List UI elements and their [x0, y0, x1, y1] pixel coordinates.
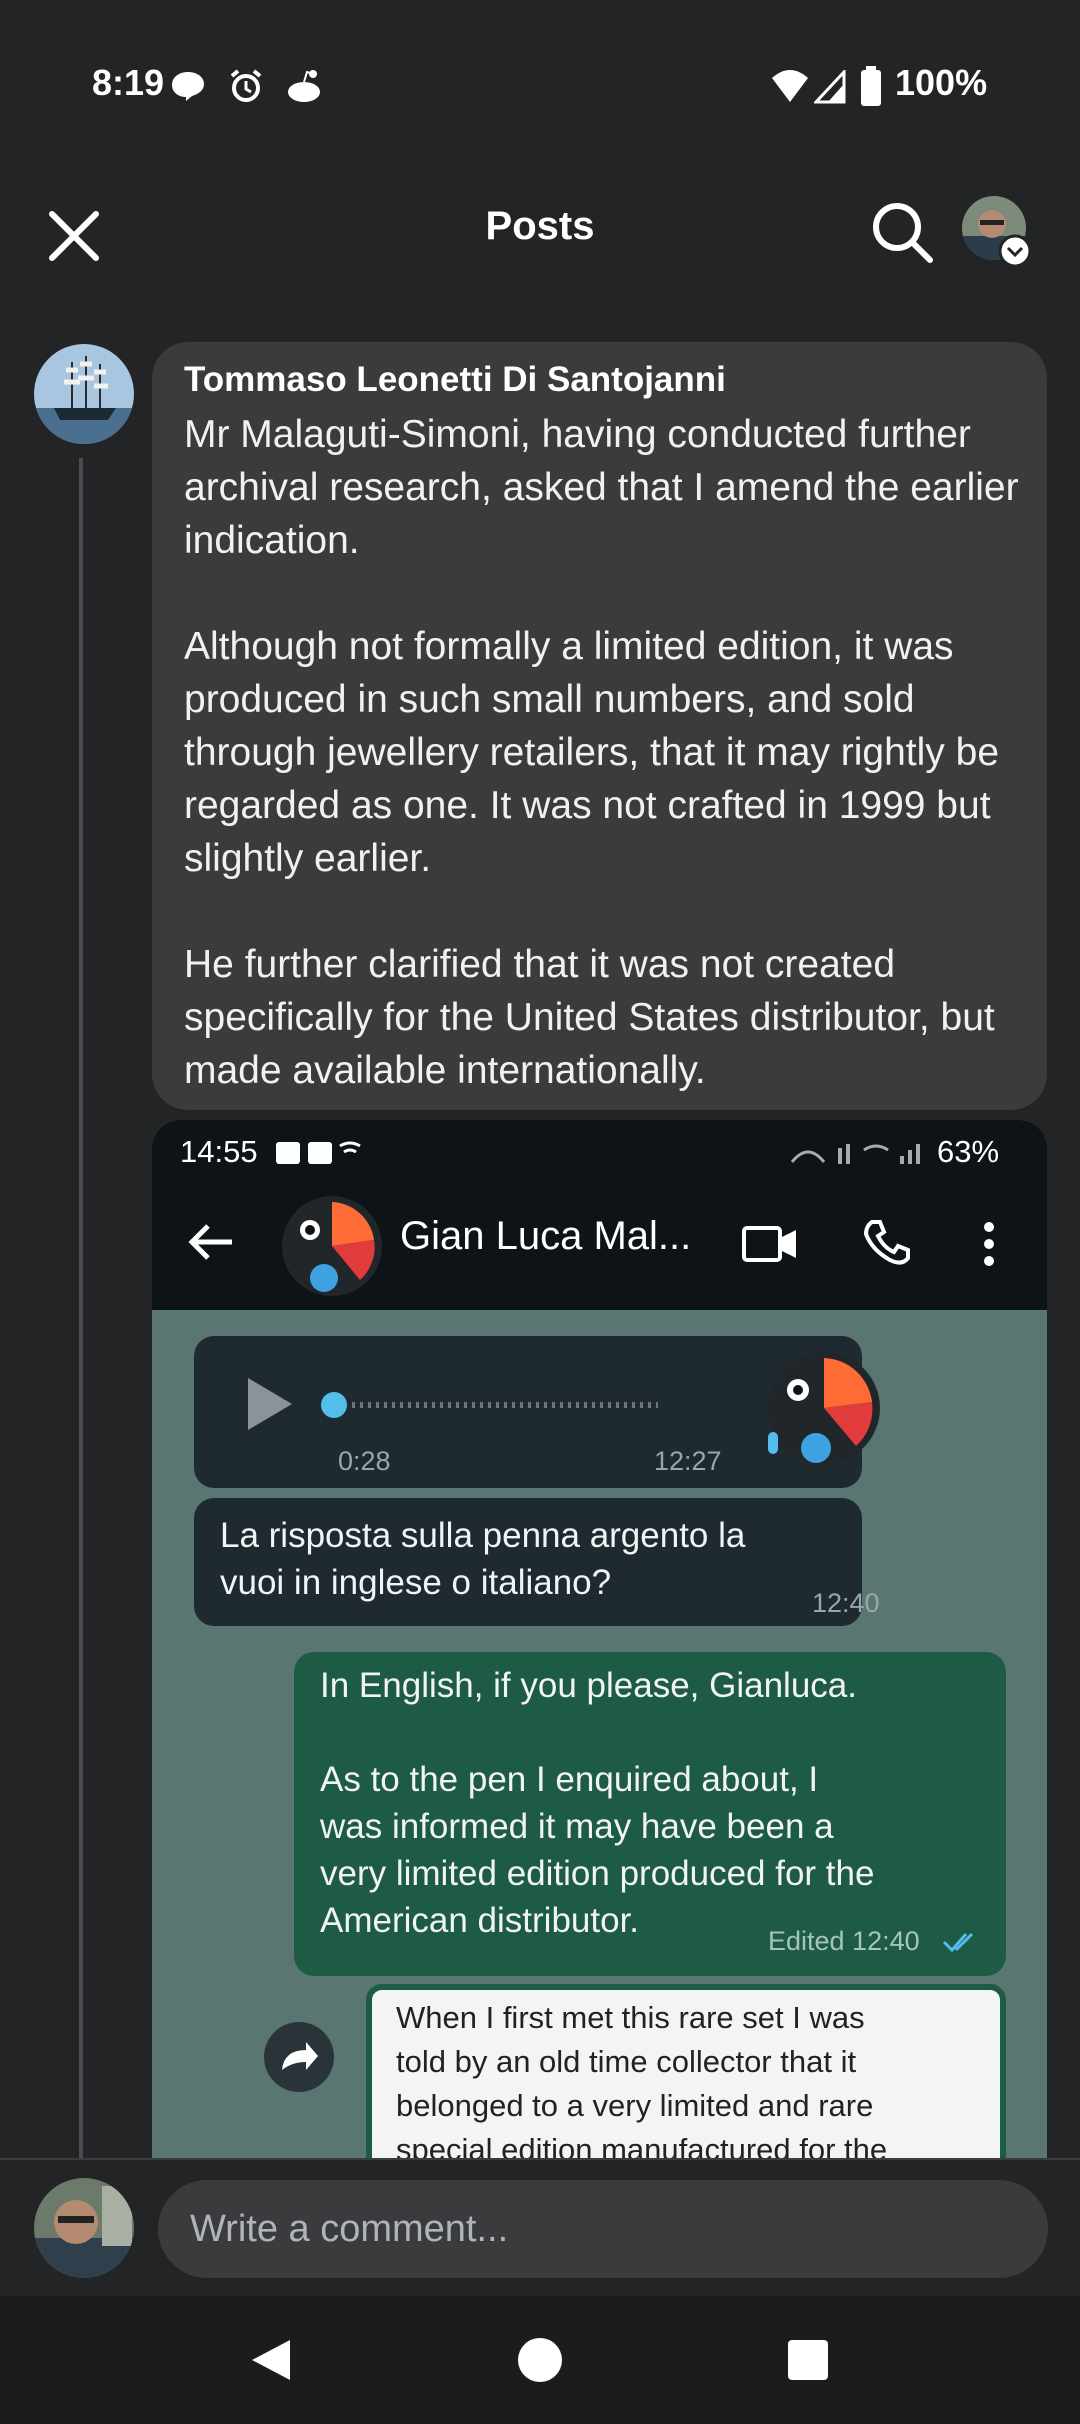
contact-avatar	[282, 1196, 382, 1296]
nav-recents-icon[interactable]	[786, 2338, 830, 2382]
attached-screenshot[interactable]: 14:55 63% Gian Luca Mal... 0:28 12:27 La…	[152, 1120, 1047, 2160]
comment-input[interactable]	[158, 2180, 1048, 2278]
incoming-message-time: 12:40	[812, 1588, 880, 1618]
screenshot-battery: 63%	[937, 1134, 1000, 1169]
screenshot-signal-icons	[790, 1144, 920, 1164]
phone-call-icon	[863, 1220, 910, 1265]
chevron-down-icon	[998, 234, 1032, 268]
screenshot-contact-name: Gian Luca Mal...	[400, 1214, 692, 1258]
nav-back-icon[interactable]	[246, 2336, 294, 2384]
forward-icon	[264, 2022, 334, 2092]
profile-menu-button[interactable]	[962, 196, 1032, 268]
thread-line	[79, 458, 83, 2158]
video-call-icon	[742, 1226, 796, 1262]
voice-sender-avatar	[768, 1352, 880, 1464]
comment-text: Mr Malaguti-Simoni, having conducted fur…	[184, 413, 1019, 1092]
outgoing-message-text: In English, if you please, Gianluca. As …	[320, 1666, 875, 1940]
play-icon	[248, 1378, 292, 1430]
quoted-message: When I first met this rare set I was tol…	[366, 1984, 1006, 2160]
outgoing-message-time: Edited 12:40	[768, 1926, 920, 1956]
voice-waveform	[321, 1392, 658, 1418]
voice-time: 12:27	[654, 1446, 722, 1476]
quoted-message-text: When I first met this rare set I was tol…	[396, 2000, 888, 2160]
messenger-notification-icon	[172, 72, 204, 101]
voice-duration: 0:28	[338, 1446, 391, 1476]
cell-signal-icon	[814, 70, 846, 104]
user-avatar	[34, 2178, 134, 2278]
reddit-notification-icon	[288, 70, 320, 102]
read-receipt-icon	[942, 1932, 974, 1953]
more-options-icon	[984, 1222, 994, 1266]
notification-icons	[276, 1141, 361, 1164]
back-arrow-icon	[188, 1224, 232, 1260]
screenshot-status-time: 14:55	[180, 1134, 258, 1169]
alarm-icon	[230, 69, 262, 102]
search-icon[interactable]	[870, 200, 934, 264]
author-avatar[interactable]	[32, 342, 136, 446]
battery-percentage: 100%	[895, 62, 988, 103]
nav-home-icon[interactable]	[516, 2336, 564, 2384]
incoming-message-text: La risposta sulla penna argento la vuoi …	[220, 1516, 746, 1602]
comment-author[interactable]: Tommaso Leonetti Di Santojanni	[184, 360, 726, 400]
status-time: 8:19	[92, 62, 165, 103]
battery-icon	[861, 66, 881, 106]
wifi-icon	[772, 70, 808, 102]
